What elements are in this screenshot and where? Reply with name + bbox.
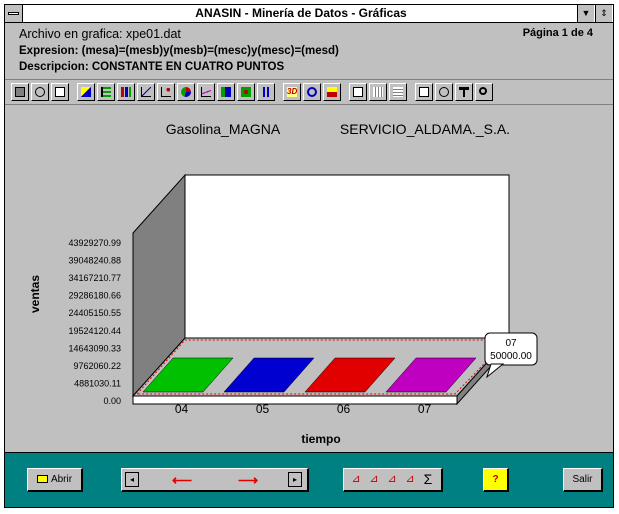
combo-chart-icon[interactable]: [217, 83, 235, 101]
chart-title-right: SERVICIO_ALDAMA._S.A.: [340, 121, 510, 137]
x-tick-label: 07: [418, 402, 432, 416]
area-line-icon[interactable]: [197, 83, 215, 101]
sigma-button[interactable]: Σ: [420, 472, 436, 487]
salir-button[interactable]: Salir: [563, 468, 603, 492]
label-icon[interactable]: [415, 83, 433, 101]
3d-icon[interactable]: 3D: [283, 83, 301, 101]
fit-tool-icon[interactable]: ⊿: [384, 472, 400, 487]
pie-chart-icon[interactable]: [177, 83, 195, 101]
x-tick-label: 05: [256, 402, 270, 416]
help-button[interactable]: ?: [483, 468, 509, 492]
first-page-button[interactable]: ◂: [125, 472, 139, 487]
forecast-tool-icon[interactable]: ⊿: [402, 472, 418, 487]
descripcion-label: Descripcion: CONSTANTE EN CUATRO PUNTOS: [19, 61, 285, 73]
stack-icon[interactable]: [323, 83, 341, 101]
last-page-button[interactable]: ▸: [288, 472, 302, 487]
chart-toolbar: 3D: [5, 79, 613, 105]
y-tick-label: 29286180.66: [68, 291, 121, 301]
chart-area: Gasolina_MAGNA SERVICIO_ALDAMA._S.A. 43929…: [5, 106, 613, 452]
x-axis-title: tiempo: [301, 432, 340, 446]
y-tick-label: 24405150.55: [68, 308, 121, 318]
minimize-button[interactable]: ▼: [577, 5, 594, 22]
grid-icon[interactable]: [369, 83, 387, 101]
expresion-label: Expresion: (mesa)=(mesb)y(mesb)=(mesc)y(…: [19, 45, 339, 57]
y-axis-title: ventas: [28, 275, 42, 313]
window-title: ANASIN - Minería de Datos - Gráficas: [195, 6, 407, 20]
y-tick-label: 0.00: [103, 396, 121, 406]
archivo-label: Archivo en grafica: xpe01.dat: [19, 27, 181, 41]
hilo-chart-icon[interactable]: [257, 83, 275, 101]
mining-tools-group: ⊿ ⊿ ⊿ ⊿ Σ: [343, 468, 443, 492]
zoom-font-icon[interactable]: [435, 83, 453, 101]
x-tick-label: 06: [337, 402, 351, 416]
camera-icon[interactable]: [11, 83, 29, 101]
regression-tool-icon[interactable]: ⊿: [366, 472, 382, 487]
app-window: ANASIN - Minería de Datos - Gráficas ▼ ⇕…: [4, 4, 614, 508]
restore-button[interactable]: ⇕: [595, 5, 612, 22]
dots-chart-icon[interactable]: [237, 83, 255, 101]
y-tick-label: 14643090.33: [68, 343, 121, 353]
y-tick-label: 9762060.22: [73, 361, 121, 371]
chart-back-wall: [184, 174, 510, 339]
folder-icon: [36, 475, 48, 484]
y-tick-label: 4881030.11: [74, 378, 121, 388]
page-navigation: ◂ ⟵ ⟶ ▸: [121, 468, 309, 492]
tools-icon[interactable]: [455, 83, 473, 101]
tooltip-category: 07: [505, 338, 517, 349]
bar-chart-3d: Gasolina_MAGNA SERVICIO_ALDAMA._S.A. 43929…: [28, 121, 538, 446]
y-tick-label: 34167210.77: [68, 273, 121, 283]
line-chart-icon[interactable]: [137, 83, 155, 101]
area-chart-icon[interactable]: [77, 83, 95, 101]
title-bar: ANASIN - Minería de Datos - Gráficas ▼ ⇕: [5, 5, 613, 23]
y-tick-label: 39048240.88: [68, 256, 121, 266]
x-tick-label: 04: [175, 402, 189, 416]
bottom-nav-bar: Abrir ◂ ⟵ ⟶ ▸ ⊿ ⊿ ⊿ ⊿ Σ ? Salir: [5, 452, 613, 507]
trend-tool-icon[interactable]: ⊿: [348, 472, 364, 487]
tooltip-value: 50000.00: [490, 351, 532, 362]
lines-icon[interactable]: [389, 83, 407, 101]
horizontal-bar-icon[interactable]: [97, 83, 115, 101]
magnify-icon[interactable]: [475, 83, 493, 101]
rotate-icon[interactable]: [303, 83, 321, 101]
single-page-icon[interactable]: [349, 83, 367, 101]
system-menu-icon[interactable]: [5, 5, 23, 22]
chart-title-left: Gasolina_MAGNA: [166, 121, 281, 137]
scissors-icon[interactable]: [31, 83, 49, 101]
prev-page-arrow-icon[interactable]: ⟵: [172, 473, 192, 487]
bar-chart-icon[interactable]: [117, 83, 135, 101]
file-info-header: Archivo en grafica: xpe01.dat Página 1 d…: [5, 24, 613, 78]
page-indicator: Página 1 de 4: [522, 27, 593, 39]
printer-icon[interactable]: [51, 83, 69, 101]
abrir-button[interactable]: Abrir: [27, 468, 83, 492]
abrir-label: Abrir: [50, 474, 73, 485]
y-tick-label: 19524120.44: [68, 326, 121, 336]
y-tick-label: 43929270.99: [68, 238, 121, 248]
scatter-chart-icon[interactable]: [157, 83, 175, 101]
next-page-arrow-icon[interactable]: ⟶: [238, 473, 258, 487]
